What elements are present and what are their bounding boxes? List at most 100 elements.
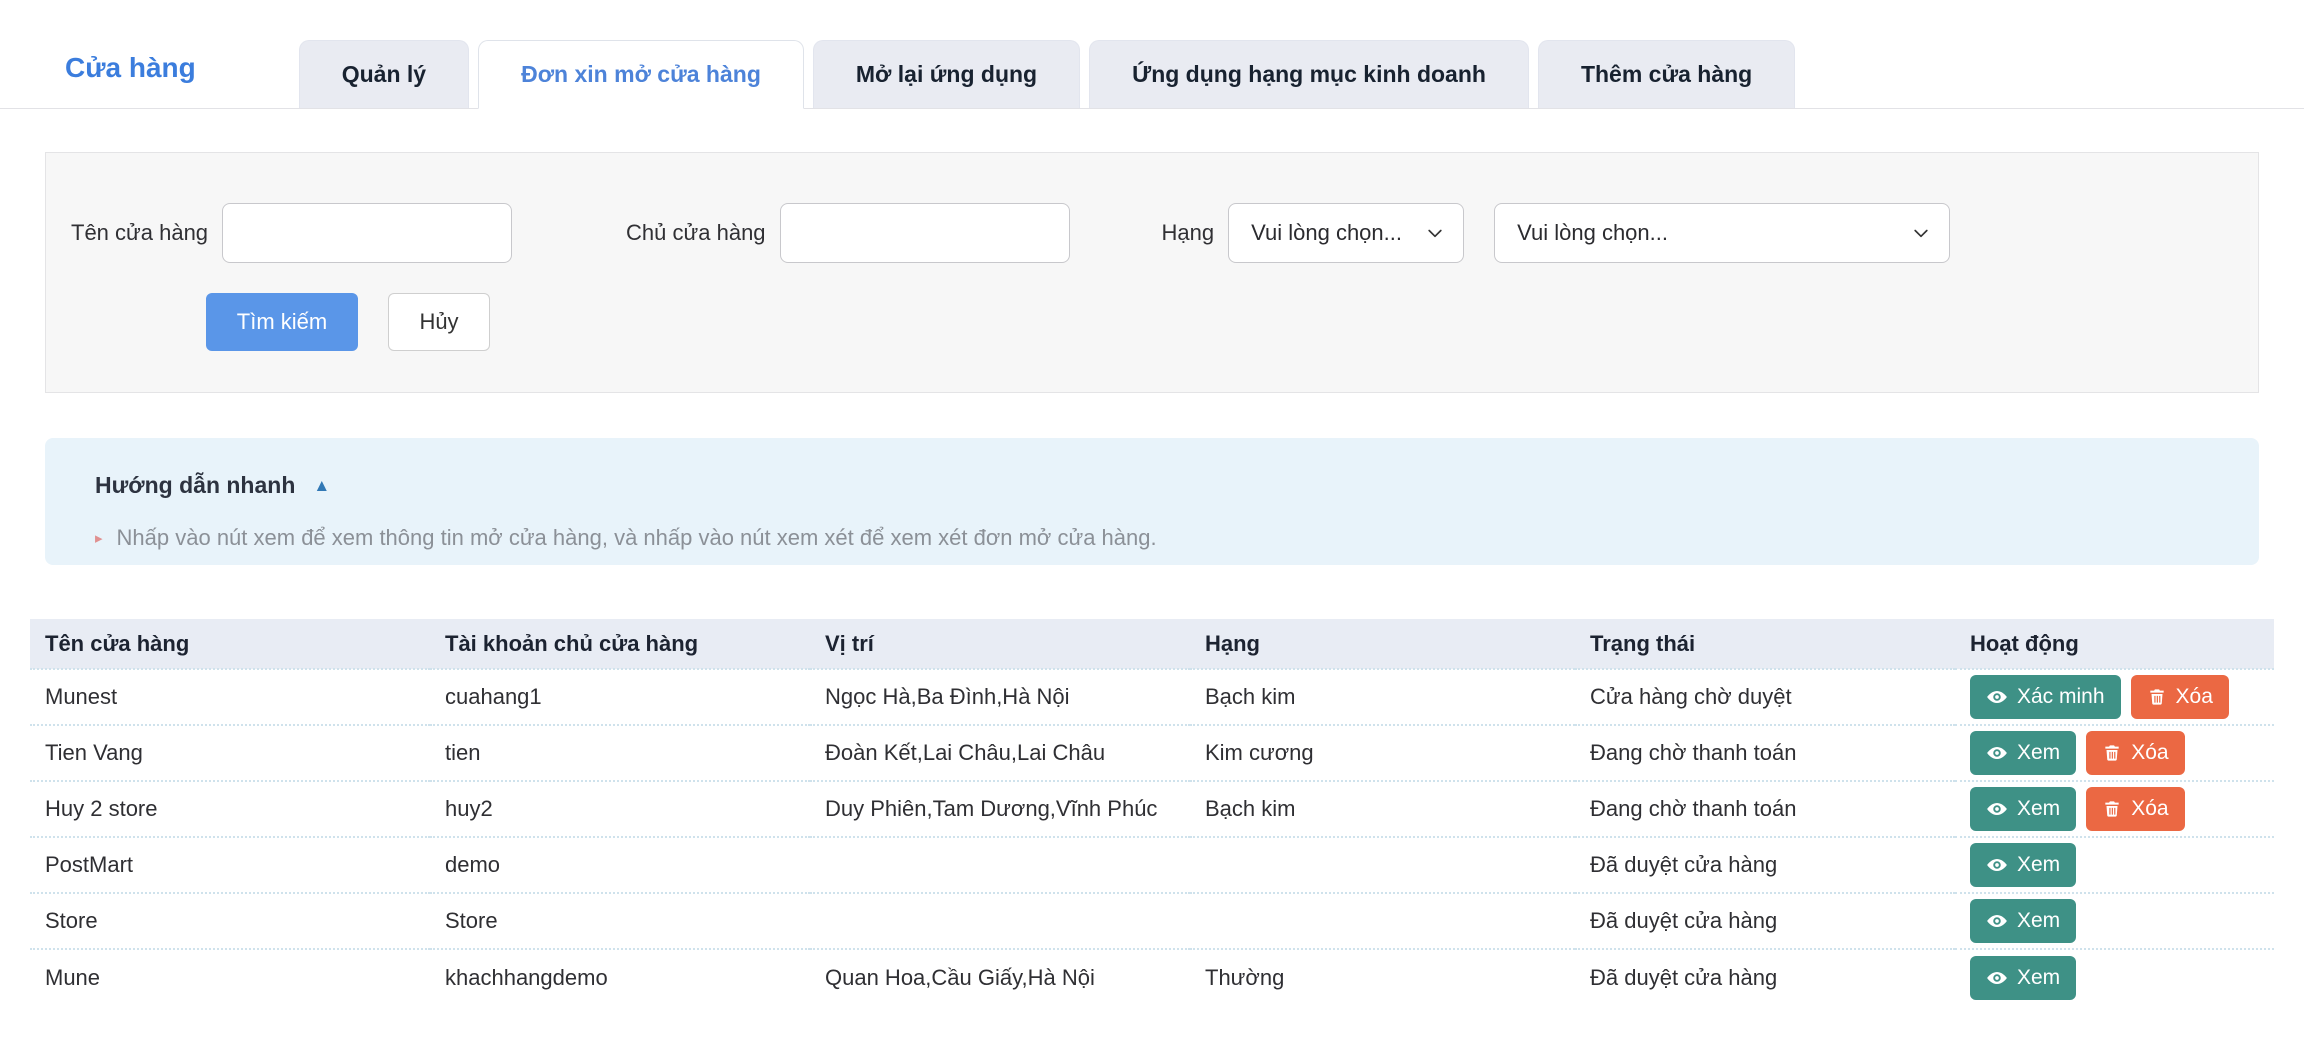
owner-label: Chủ cửa hàng: [626, 220, 766, 246]
view-button[interactable]: Xem: [1970, 843, 2076, 887]
cell-actions: Xem: [1955, 949, 2274, 1005]
cell-owner-account: huy2: [430, 781, 810, 837]
stores-table: Tên cửa hàngTài khoản chủ cửa hàngVị trí…: [30, 619, 2274, 1005]
cell-status: Đã duyệt cửa hàng: [1575, 837, 1955, 893]
cell-location: Ngọc Hà,Ba Đình,Hà Nội: [810, 669, 1190, 725]
cell-location: [810, 837, 1190, 893]
search-form: Tên cửa hàng Chủ cửa hàng Hạng Vui lòng …: [45, 152, 2259, 393]
tab-bar: Cửa hàng Quản lýĐơn xin mở cửa hàngMở lạ…: [0, 0, 2304, 109]
rank-select[interactable]: Vui lòng chọn...: [1228, 203, 1464, 263]
trash-icon: [2102, 743, 2122, 763]
chevron-down-icon: [1425, 223, 1445, 243]
table-row: StoreStore Đã duyệt cửa hàng Xem: [30, 893, 2274, 949]
store-name-input[interactable]: [222, 203, 512, 263]
cell-rank: [1190, 837, 1575, 893]
table-row: Huy 2 storehuy2Duy Phiên,Tam Dương,Vĩnh …: [30, 781, 2274, 837]
column-header-ten-cua-hang: Tên cửa hàng: [30, 619, 430, 669]
column-header-tai-khoan-chu-cua-hang: Tài khoản chủ cửa hàng: [430, 619, 810, 669]
view-button[interactable]: Xem: [1970, 731, 2076, 775]
view-button[interactable]: Xem: [1970, 787, 2076, 831]
table-row: Munestcuahang1Ngọc Hà,Ba Đình,Hà NộiBạch…: [30, 669, 2274, 725]
eye-icon: [1986, 854, 2008, 876]
cell-owner-account: cuahang1: [430, 669, 810, 725]
quick-guide-panel: Hướng dẫn nhanh ▲ ▸ Nhấp vào nút xem để …: [45, 438, 2259, 565]
eye-icon: [1986, 798, 2008, 820]
action-label: Xóa: [2131, 797, 2168, 821]
cell-store-name: Tien Vang: [30, 725, 430, 781]
store-name-label: Tên cửa hàng: [71, 220, 208, 246]
cell-status: Đang chờ thanh toán: [1575, 725, 1955, 781]
cell-rank: Bạch kim: [1190, 781, 1575, 837]
tip-text: Nhấp vào nút xem để xem thông tin mở cửa…: [117, 525, 1157, 551]
cell-status: Đang chờ thanh toán: [1575, 781, 1955, 837]
tab-on-xin-mo-cua-hang[interactable]: Đơn xin mở cửa hàng: [478, 40, 804, 109]
column-header-hoat-ong: Hoạt động: [1955, 619, 2274, 669]
cell-actions: Xem Xóa: [1955, 725, 2274, 781]
tab-them-cua-hang[interactable]: Thêm cửa hàng: [1538, 40, 1795, 108]
search-button[interactable]: Tìm kiếm: [206, 293, 358, 351]
action-label: Xem: [2017, 966, 2060, 990]
action-label: Xem: [2017, 909, 2060, 933]
table-header-row: Tên cửa hàngTài khoản chủ cửa hàngVị trí…: [30, 619, 2274, 669]
cell-location: Đoàn Kết,Lai Châu,Lai Châu: [810, 725, 1190, 781]
cell-owner-account: tien: [430, 725, 810, 781]
cell-store-name: Munest: [30, 669, 430, 725]
status-select-value: Vui lòng chọn...: [1517, 220, 1668, 246]
action-label: Xem: [2017, 797, 2060, 821]
cell-location: Duy Phiên,Tam Dương,Vĩnh Phúc: [810, 781, 1190, 837]
eye-icon: [1986, 742, 2008, 764]
table-row: PostMartdemo Đã duyệt cửa hàng Xem: [30, 837, 2274, 893]
collapse-triangle-icon[interactable]: ▲: [313, 477, 330, 494]
cell-owner-account: Store: [430, 893, 810, 949]
cell-location: Quan Hoa,Cầu Giấy,Hà Nội: [810, 949, 1190, 1005]
verify-button[interactable]: Xác minh: [1970, 675, 2121, 719]
tab-quan-ly[interactable]: Quản lý: [299, 40, 469, 108]
table-body: Munestcuahang1Ngọc Hà,Ba Đình,Hà NộiBạch…: [30, 669, 2274, 1005]
cell-rank: Thường: [1190, 949, 1575, 1005]
view-button[interactable]: Xem: [1970, 899, 2076, 943]
cell-status: Đã duyệt cửa hàng: [1575, 893, 1955, 949]
cell-actions: Xem Xóa: [1955, 781, 2274, 837]
page-title: Cửa hàng: [65, 52, 196, 84]
cell-status: Đã duyệt cửa hàng: [1575, 949, 1955, 1005]
cancel-button[interactable]: Hủy: [388, 293, 490, 351]
trash-icon: [2147, 687, 2167, 707]
cell-store-name: Mune: [30, 949, 430, 1005]
tab-mo-lai-ung-dung[interactable]: Mở lại ứng dụng: [813, 40, 1080, 108]
cell-owner-account: demo: [430, 837, 810, 893]
rank-label: Hạng: [1162, 220, 1215, 246]
cell-rank: Bạch kim: [1190, 669, 1575, 725]
action-label: Xóa: [2176, 685, 2213, 709]
cell-actions: Xác minh Xóa: [1955, 669, 2274, 725]
owner-input[interactable]: [780, 203, 1070, 263]
rank-select-value: Vui lòng chọn...: [1251, 220, 1402, 246]
table-row: Tien VangtienĐoàn Kết,Lai Châu,Lai ChâuK…: [30, 725, 2274, 781]
cell-rank: Kim cương: [1190, 725, 1575, 781]
tab-list: Quản lýĐơn xin mở cửa hàngMở lại ứng dụn…: [299, 40, 1796, 108]
cell-actions: Xem: [1955, 837, 2274, 893]
quick-guide-title: Hướng dẫn nhanh: [95, 472, 295, 499]
eye-icon: [1986, 967, 2008, 989]
action-label: Xem: [2017, 741, 2060, 765]
cell-actions: Xem: [1955, 893, 2274, 949]
cell-location: [810, 893, 1190, 949]
action-label: Xóa: [2131, 741, 2168, 765]
action-label: Xác minh: [2017, 685, 2105, 709]
delete-button[interactable]: Xóa: [2086, 787, 2184, 831]
eye-icon: [1986, 686, 2008, 708]
cell-store-name: PostMart: [30, 837, 430, 893]
eye-icon: [1986, 910, 2008, 932]
delete-button[interactable]: Xóa: [2131, 675, 2229, 719]
cell-status: Cửa hàng chờ duyệt: [1575, 669, 1955, 725]
tip-bullet-icon: ▸: [95, 529, 103, 547]
tab-ung-dung-hang-muc-kinh-doanh[interactable]: Ứng dụng hạng mục kinh doanh: [1089, 40, 1529, 108]
status-select[interactable]: Vui lòng chọn...: [1494, 203, 1950, 263]
column-header-vi-tri: Vị trí: [810, 619, 1190, 669]
delete-button[interactable]: Xóa: [2086, 731, 2184, 775]
cell-store-name: Store: [30, 893, 430, 949]
column-header-hang: Hạng: [1190, 619, 1575, 669]
stores-table-wrap: Tên cửa hàngTài khoản chủ cửa hàngVị trí…: [30, 619, 2274, 1005]
view-button[interactable]: Xem: [1970, 956, 2076, 1000]
action-label: Xem: [2017, 853, 2060, 877]
table-row: MunekhachhangdemoQuan Hoa,Cầu Giấy,Hà Nộ…: [30, 949, 2274, 1005]
